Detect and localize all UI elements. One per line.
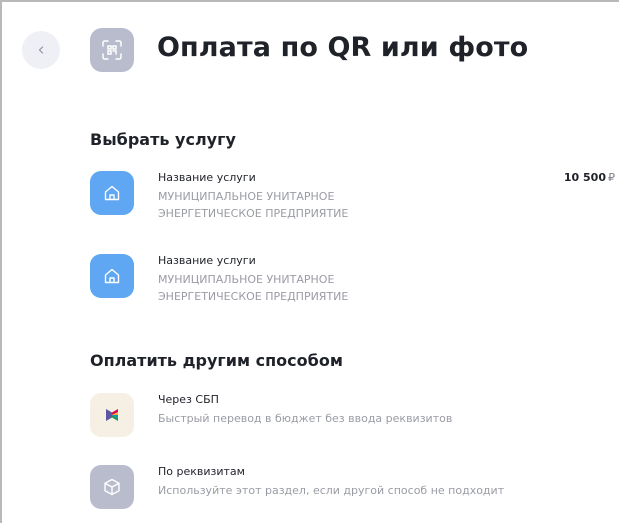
service-org-line1: МУНИЦИПАЛЬНОЕ УНИТАРНОЕ — [158, 273, 335, 286]
service-org-line1: МУНИЦИПАЛЬНОЕ УНИТАРНОЕ — [158, 190, 335, 203]
method-description: Используйте этот раздел, если другой спо… — [158, 484, 505, 497]
house-icon — [90, 254, 134, 298]
sbp-logo-icon — [90, 393, 134, 437]
service-organization: МУНИЦИПАЛЬНОЕ УНИТАРНОЕ ЭНЕРГЕТИЧЕСКОЕ П… — [158, 188, 418, 222]
service-organization: МУНИЦИПАЛЬНОЕ УНИТАРНОЕ ЭНЕРГЕТИЧЕСКОЕ П… — [158, 271, 418, 305]
payment-method-requisites[interactable]: По реквизитам Используйте этот раздел, е… — [90, 465, 615, 523]
service-org-line2: ЭНЕРГЕТИЧЕСКОЕ ПРЕДПРИЯТИЕ — [158, 207, 349, 220]
house-icon — [90, 171, 134, 215]
section-title-other-methods: Оплатить другим способом — [90, 351, 343, 370]
payment-screen: Оплата по QR или фото Выбрать услугу Наз… — [0, 0, 619, 523]
service-item-2[interactable]: Название услуги МУНИЦИПАЛЬНОЕ УНИТАРНОЕ … — [90, 254, 615, 312]
page-title: Оплата по QR или фото — [157, 32, 529, 63]
currency-symbol: ₽ — [608, 171, 615, 184]
method-description: Быстрый перевод в бюджет без ввода рекви… — [158, 412, 453, 425]
service-name: Название услуги — [158, 171, 256, 184]
section-title-choose-service: Выбрать услугу — [90, 130, 236, 149]
chevron-left-icon — [38, 46, 44, 54]
service-name: Название услуги — [158, 254, 256, 267]
method-name: Через СБП — [158, 393, 219, 406]
amount-value: 10 500 — [563, 171, 606, 184]
payment-method-sbp[interactable]: Через СБП Быстрый перевод в бюджет без в… — [90, 393, 615, 451]
qr-scan-icon — [90, 28, 134, 72]
service-amount: 10 500 ₽ — [564, 171, 615, 184]
back-button[interactable] — [22, 31, 60, 69]
service-item-1[interactable]: Название услуги МУНИЦИПАЛЬНОЕ УНИТАРНОЕ … — [90, 171, 615, 229]
service-org-line2: ЭНЕРГЕТИЧЕСКОЕ ПРЕДПРИЯТИЕ — [158, 290, 349, 303]
box-icon — [90, 465, 134, 509]
method-name: По реквизитам — [158, 465, 245, 478]
